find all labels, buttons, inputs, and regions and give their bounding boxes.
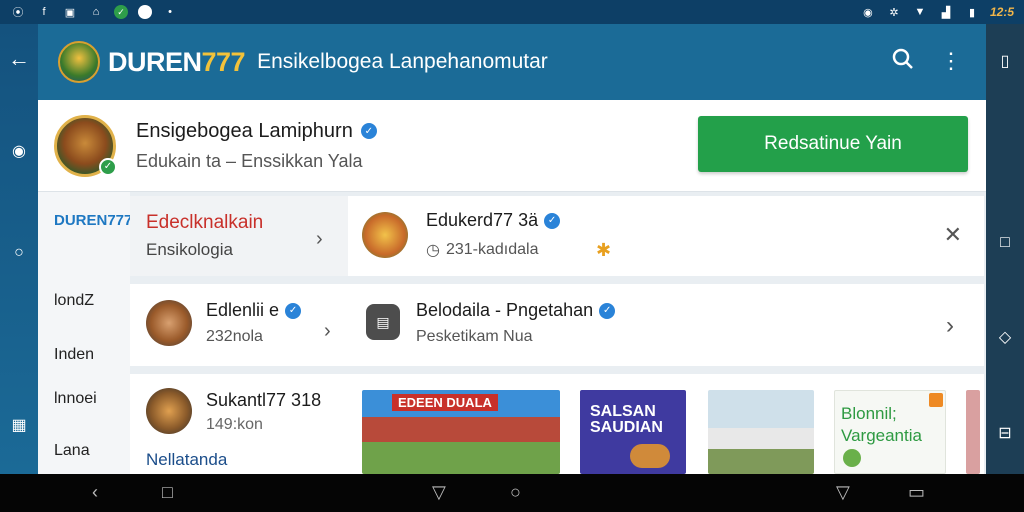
overview-icon[interactable]: □	[162, 482, 173, 503]
item-name: Sukantl77 318	[206, 390, 322, 410]
back-icon[interactable]: ‹	[92, 482, 98, 503]
category-card[interactable]: Edeclknalkain Ensikologia ›	[130, 196, 348, 276]
home-icon[interactable]: ○	[510, 482, 521, 503]
primary-action-button[interactable]: Redsatinue Yain	[698, 116, 968, 172]
recents-icon[interactable]: ▭	[908, 482, 925, 503]
square-icon[interactable]: □	[994, 232, 1016, 254]
dot-icon: •	[168, 6, 172, 18]
facebook-icon: f	[42, 6, 46, 18]
media-card[interactable]: Blonnil; Vargeantia	[834, 390, 946, 474]
app-icon	[138, 5, 152, 19]
shield-icon[interactable]: ◇	[994, 326, 1016, 348]
leaf-icon	[843, 449, 861, 467]
wifi-icon: ⌂	[92, 6, 100, 18]
item-name: Edlenlii e	[206, 300, 280, 320]
verified-icon: ✓	[544, 212, 561, 229]
avatar[interactable]: ✓	[54, 114, 117, 177]
brand-main: DUREN	[108, 46, 202, 77]
clock-icon: ◷	[426, 242, 440, 259]
more-options-icon[interactable]: ⋮	[940, 48, 962, 76]
item-subtitle: 231-kadıdala	[445, 241, 539, 258]
side-nav-item[interactable]: londZ	[54, 292, 94, 310]
media-card[interactable]: EDEEN DUALA	[362, 390, 560, 474]
side-nav-brand[interactable]: DUREN777	[54, 212, 132, 229]
side-nav-item[interactable]: Lana	[54, 442, 90, 460]
close-icon[interactable]: ✕	[944, 222, 962, 248]
profile-name: Ensigebogea Lamiphurn	[136, 119, 353, 142]
side-nav: DUREN777 londZ Inden lnnoei Lana	[38, 192, 132, 474]
check-icon: ✓	[99, 157, 117, 176]
chevron-right-icon[interactable]: ›	[316, 228, 323, 251]
category-subtitle: Ensikologia	[146, 240, 233, 259]
chevron-right-icon[interactable]: ›	[946, 312, 954, 340]
media-card[interactable]: SALSAN SAUDIAN	[580, 390, 686, 474]
side-nav-item[interactable]: lnnoei	[54, 390, 97, 408]
brand-logo	[58, 41, 100, 83]
brand-name: DUREN777	[108, 46, 246, 78]
side-nav-item[interactable]: Inden	[54, 346, 94, 364]
left-rail: ← ◉ ○ ▦	[0, 24, 38, 474]
food-image	[630, 444, 670, 468]
item-thumbnail[interactable]	[146, 388, 192, 434]
list-row-1: Edeclknalkain Ensikologia › Edukerd77 3ä…	[130, 196, 984, 276]
clock: 12:5	[989, 5, 1014, 19]
item-tag: Nellatanda	[146, 450, 228, 469]
item-thumbnail[interactable]	[362, 212, 408, 258]
butterfly-icon: ✱	[596, 240, 612, 260]
whatsapp-icon: ✓	[114, 5, 128, 19]
list-row-2: Edlenlii e ✓ 232nola › ▤ Belodaila - Png…	[130, 284, 984, 366]
signal-icon: ▼	[914, 6, 926, 18]
media-card[interactable]	[966, 390, 980, 474]
item-subtitle: Pesketikam Nua	[416, 328, 533, 345]
category-title: Edeclknalkain	[146, 212, 264, 233]
item-subtitle: 232nola	[206, 328, 263, 345]
status-bar: ⦿ f ▣ ⌂ ✓ • ◉ ✲ ▼ ▟ ▮ 12:5	[0, 0, 1024, 24]
circle-icon[interactable]: ○	[8, 242, 30, 264]
verified-icon: ✓	[599, 302, 616, 319]
alarm-icon: ◉	[863, 6, 873, 19]
chevron-right-icon[interactable]: ›	[324, 320, 331, 343]
verified-icon: ✓	[285, 302, 302, 319]
list-row-3: Sukantl77 318 149:kon Nellatanda EDEEN D…	[130, 374, 984, 474]
item-name: Edukerd77 3ä	[426, 210, 539, 230]
item-subtitle: 149:kon	[206, 416, 263, 433]
brand-accent: 777	[201, 46, 246, 77]
item-thumbnail[interactable]	[146, 300, 192, 346]
lock-icon: ▤	[366, 304, 400, 340]
grid-icon[interactable]: ▦	[8, 414, 30, 436]
profile-subtitle: Edukain ta – Enssikkan Yala	[136, 150, 363, 171]
profile-header: ✓ Ensigebogea Lamiphurn ✓ Edukain ta – E…	[38, 100, 986, 192]
media-card[interactable]	[708, 390, 814, 474]
nav-triangle-icon[interactable]: ▽	[432, 482, 446, 503]
tray-icon[interactable]: ⊟	[994, 422, 1016, 444]
back-arrow-icon[interactable]: ←	[8, 46, 30, 71]
page-title: Ensikelbogea Lanpehanomutar	[257, 50, 548, 73]
photo-icon: ▣	[64, 6, 76, 19]
system-nav-bar: ‹ □ ▽ ○ ▽ ▭	[0, 474, 1024, 512]
nav-triangle-icon[interactable]: ▽	[836, 482, 850, 503]
window-icon[interactable]: ▯	[994, 50, 1016, 72]
tag-icon	[929, 393, 943, 407]
app-bar: DUREN777 Ensikelbogea Lanpehanomutar ⋮	[38, 24, 986, 100]
location-pin-icon[interactable]: ◉	[8, 140, 30, 162]
card-caption: SALSAN SAUDIAN	[590, 403, 663, 436]
right-rail: ▯ □ ◇ ⊟	[986, 24, 1024, 474]
card-caption: Blonnil; Vargeantia	[841, 404, 922, 445]
nfc-icon: ⦿	[12, 7, 24, 19]
search-icon[interactable]	[892, 48, 914, 76]
verified-icon: ✓	[360, 123, 377, 139]
signal-bars-icon: ▟	[941, 6, 951, 19]
card-caption: EDEEN DUALA	[392, 394, 498, 411]
item-name: Belodaila - Pngetahan	[416, 300, 594, 320]
settings-icon: ✲	[889, 6, 899, 19]
battery-icon: ▮	[968, 6, 975, 19]
